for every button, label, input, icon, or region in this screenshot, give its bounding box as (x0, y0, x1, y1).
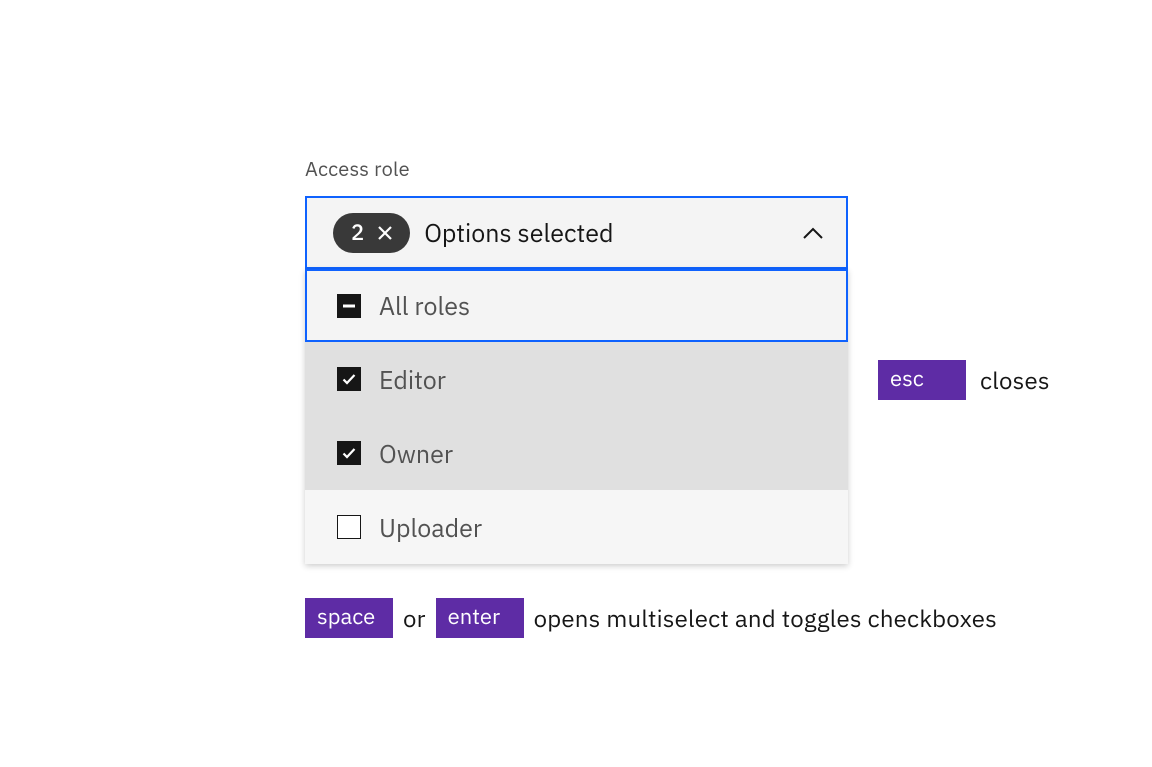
option-all-roles[interactable]: All roles (305, 269, 848, 342)
key-enter: enter (436, 598, 524, 638)
option-uploader[interactable]: Uploader (305, 490, 848, 564)
checkbox-checked-icon (337, 441, 361, 465)
chevron-up-icon (802, 226, 824, 240)
option-label: All roles (379, 289, 470, 322)
multiselect: 2 Options selected (305, 196, 848, 564)
checkbox-unchecked-icon (337, 515, 361, 539)
selection-chip[interactable]: 2 (333, 213, 410, 253)
option-owner[interactable]: Owner (305, 416, 848, 490)
multiselect-summary: Options selected (424, 216, 802, 249)
esc-annotation: esc closes (878, 360, 1050, 400)
multiselect-trigger[interactable]: 2 Options selected (305, 196, 848, 269)
annotation-text: opens multiselect and toggles checkboxes (534, 602, 997, 634)
multiselect-listbox: All roles Editor (305, 269, 848, 564)
selection-count: 2 (351, 218, 364, 247)
annotation-text: or (403, 602, 426, 634)
option-label: Editor (379, 363, 446, 396)
option-label: Owner (379, 437, 453, 470)
option-editor[interactable]: Editor (305, 342, 848, 416)
space-enter-annotation: space or enter opens multiselect and tog… (305, 598, 1050, 638)
checkbox-checked-icon (337, 367, 361, 391)
checkbox-indeterminate-icon (337, 294, 361, 318)
clear-selection-icon[interactable] (374, 222, 396, 244)
option-label: Uploader (379, 511, 482, 544)
field-label: Access role (305, 155, 1050, 182)
annotation-text: closes (980, 364, 1050, 396)
key-esc: esc (878, 360, 966, 400)
key-space: space (305, 598, 393, 638)
